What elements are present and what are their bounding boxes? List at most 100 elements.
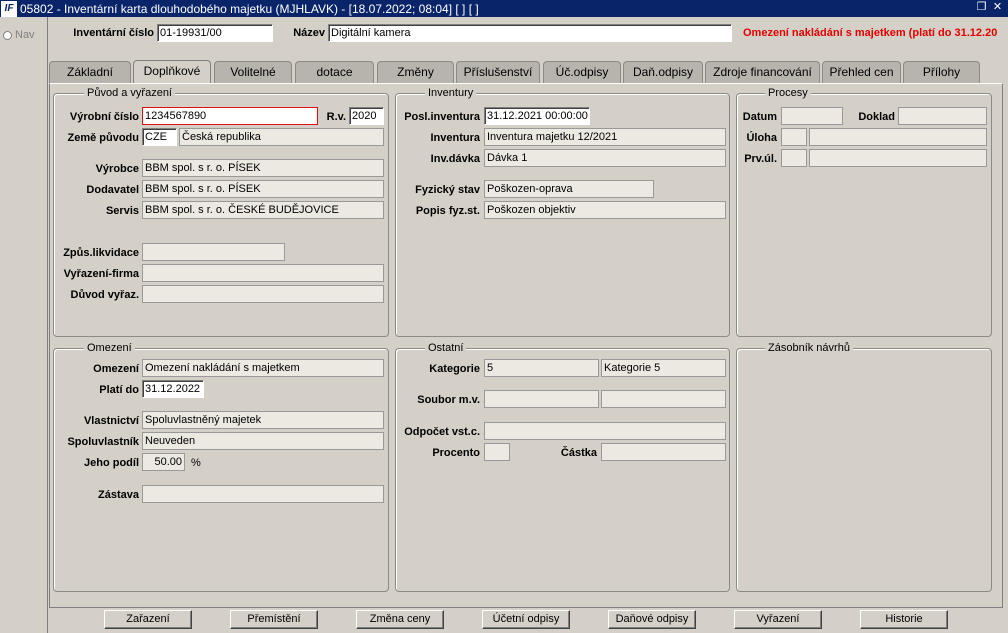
disposal-reason-field[interactable]: [142, 285, 384, 303]
service-field[interactable]: BBM spol. s r. o. ČESKÉ BUDĚJOVICE: [142, 201, 384, 219]
group-procesy-title: Procesy: [765, 87, 811, 99]
group-omezeni-title: Omezení: [84, 342, 135, 354]
task-name-field[interactable]: [809, 128, 987, 146]
co-owner-field[interactable]: Neuveden: [142, 432, 384, 450]
zarazeni-button[interactable]: Zařazení: [104, 610, 192, 629]
percent-label: Procento: [432, 447, 480, 459]
percent-unit: %: [191, 457, 201, 469]
inventory-number-field[interactable]: 01-19931/00: [157, 24, 273, 42]
inventory-number-label: Inventární číslo: [73, 27, 154, 39]
group-ostatni: [395, 348, 730, 592]
inventory-label: Inventura: [430, 132, 480, 144]
amount-field[interactable]: [601, 443, 726, 461]
liquidation-field[interactable]: [142, 243, 285, 261]
share-field[interactable]: 50.00: [142, 453, 185, 471]
valid-until-label: Platí do: [99, 384, 139, 396]
tab-uc-odpisy[interactable]: Úč.odpisy: [543, 61, 621, 83]
group-ostatni-title: Ostatní: [425, 342, 467, 354]
close-icon[interactable]: ✕: [991, 1, 1004, 14]
task-label: Úloha: [746, 132, 777, 144]
liquidation-label: Způs.likvidace: [63, 247, 139, 259]
deduction-field[interactable]: [484, 422, 726, 440]
document-field[interactable]: [898, 107, 987, 125]
vyrazeni-button[interactable]: Vyřazení: [734, 610, 822, 629]
tab-dan-odpisy[interactable]: Daň.odpisy: [623, 61, 703, 83]
tab-dotace[interactable]: dotace: [295, 61, 374, 83]
inventory-batch-label: Inv.dávka: [430, 153, 480, 165]
restore-icon[interactable]: ❐: [975, 1, 988, 14]
tab-doplnkove[interactable]: Doplňkové: [133, 60, 211, 84]
deduction-label: Odpočet vst.c.: [404, 426, 480, 438]
pledge-field[interactable]: [142, 485, 384, 503]
category-label: Kategorie: [429, 363, 480, 375]
group-zasobnik: [736, 348, 992, 592]
tab-prehled-cen[interactable]: Přehled cen: [822, 61, 901, 83]
premisteni-button[interactable]: Přemístění: [230, 610, 318, 629]
ownership-field[interactable]: Spoluvlastněný majetek: [142, 411, 384, 429]
document-label: Doklad: [858, 111, 895, 123]
file-name-field: [601, 390, 726, 408]
name-field[interactable]: Digitální kamera: [328, 24, 732, 42]
amount-label: Částka: [560, 447, 597, 459]
supplier-label: Dodavatel: [86, 184, 139, 196]
first-task-code-field[interactable]: [781, 149, 807, 167]
date-label: Datum: [742, 111, 777, 123]
last-inventory-field[interactable]: 31.12.2021 00:00:00: [484, 107, 590, 125]
danove-odpisy-button[interactable]: Daňové odpisy: [608, 610, 696, 629]
ownership-label: Vlastnictví: [83, 415, 139, 427]
inventory-field[interactable]: Inventura majetku 12/2021: [484, 128, 726, 146]
physical-state-label: Fyzický stav: [415, 184, 480, 196]
title-bar: IF 05802 - Inventární karta dlouhodobého…: [0, 0, 1008, 17]
tab-prilohy[interactable]: Přílohy: [903, 61, 980, 83]
pledge-label: Zástava: [98, 489, 139, 501]
file-code-field[interactable]: [484, 390, 599, 408]
tab-prislusenstvi[interactable]: Příslušenství: [456, 61, 540, 83]
tab-volitelne[interactable]: Volitelné: [214, 61, 292, 83]
group-puvod-title: Původ a vyřazení: [84, 87, 175, 99]
disposal-firm-label: Vyřazení-firma: [63, 268, 139, 280]
group-inventury-title: Inventury: [425, 87, 477, 99]
first-task-label: Prv.úl.: [744, 153, 777, 165]
historie-button[interactable]: Historie: [860, 610, 948, 629]
zmena-ceny-button[interactable]: Změna ceny: [356, 610, 444, 629]
category-code-field[interactable]: 5: [484, 359, 599, 377]
manufacturer-field[interactable]: BBM spol. s r. o. PÍSEK: [142, 159, 384, 177]
file-label: Soubor m.v.: [417, 394, 480, 406]
supplier-field[interactable]: BBM spol. s r. o. PÍSEK: [142, 180, 384, 198]
physical-desc-label: Popis fyz.st.: [415, 205, 480, 217]
tab-zdroje-financovani[interactable]: Zdroje financování: [705, 61, 820, 83]
valid-until-field[interactable]: 31.12.2022: [142, 380, 204, 398]
inventory-batch-field[interactable]: Dávka 1: [484, 149, 726, 167]
serial-field[interactable]: 1234567890: [142, 107, 318, 125]
physical-state-field[interactable]: Poškozen-oprava: [484, 180, 654, 198]
name-label: Název: [293, 27, 325, 39]
year-label: R.v.: [326, 111, 346, 123]
physical-desc-field[interactable]: Poškozen objektiv: [484, 201, 726, 219]
manufacturer-label: Výrobce: [95, 163, 139, 175]
restriction-warning: Omezení nakládání s majetkem (platí do 3…: [743, 27, 998, 39]
percent-field[interactable]: [484, 443, 510, 461]
date-field[interactable]: [781, 107, 843, 125]
country-code-field[interactable]: CZE: [142, 128, 177, 146]
disposal-firm-field[interactable]: [142, 264, 384, 282]
tab-zakladni[interactable]: Základní: [49, 61, 131, 83]
co-owner-label: Spoluvlastník: [67, 436, 139, 448]
share-label: Jeho podíl: [84, 457, 139, 469]
category-name-field: Kategorie 5: [601, 359, 726, 377]
task-code-field[interactable]: [781, 128, 807, 146]
year-field[interactable]: 2020: [349, 107, 384, 125]
app-logo-icon: IF: [1, 0, 17, 17]
country-label: Země původu: [67, 132, 139, 144]
first-task-name-field[interactable]: [809, 149, 987, 167]
service-label: Servis: [105, 205, 139, 217]
ucetni-odpisy-button[interactable]: Účetní odpisy: [482, 610, 570, 629]
country-name-field: Česká republika: [179, 128, 384, 146]
tab-zmeny[interactable]: Změny: [377, 61, 454, 83]
nav-label: Nav: [15, 29, 35, 41]
disposal-reason-label: Důvod vyřaz.: [70, 289, 139, 301]
nav-toggle[interactable]: Nav: [3, 29, 35, 41]
serial-label: Výrobní číslo: [69, 111, 139, 123]
group-zasobnik-title: Zásobník návrhů: [765, 342, 853, 354]
restriction-label: Omezení: [93, 363, 139, 375]
restriction-field[interactable]: Omezení nakládání s majetkem: [142, 359, 384, 377]
